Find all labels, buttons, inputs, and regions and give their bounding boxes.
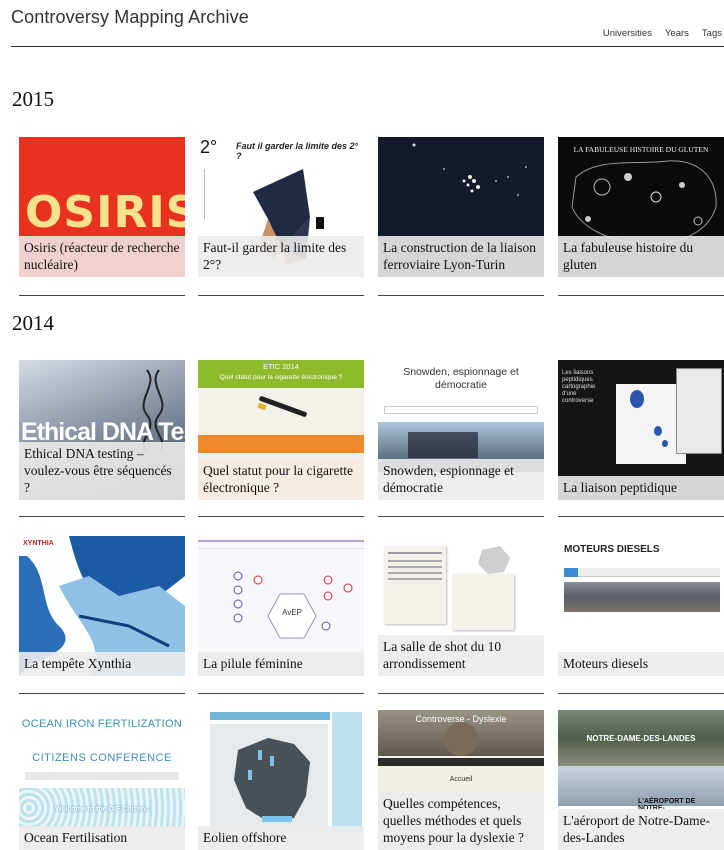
project-card-moteurs-diesels[interactable]: MOTEURS DIESELS Moteurs diesels [558,536,724,676]
project-title: Osiris (réacteur de recherche nucléaire) [19,236,185,277]
project-title: Moteurs diesels [558,652,724,676]
project-title: L'aéroport de Notre-Dame-des-Landes [558,809,724,850]
project-title: Faut-il garder la limite des 2°? [198,236,364,277]
project-title: La construction de la liaison ferroviair… [378,236,544,277]
header-divider [11,46,724,47]
project-card-ocean-fertilisation[interactable]: OCEAN IRON FERTILIZATION CITIZENS CONFER… [19,710,185,850]
project-title: La salle de shot du 10 arrondissement [378,635,544,676]
row-divider [378,295,544,296]
project-card-osiris[interactable]: OSIRIS Osiris (réacteur de recherche nuc… [19,137,185,277]
project-card-notre-dame-des-landes[interactable]: NOTRE-DAME-DES-LANDES L'AÉROPORT DE NOTR… [558,710,724,850]
project-card-snowden[interactable]: Snowden, espionnage et démocratie Snowde… [378,360,544,500]
project-card-limite-2-degres[interactable]: 2° Faut il garder la limite des 2° ? Fau… [198,137,364,277]
year-heading-2015: 2015 [12,87,54,111]
project-title: La liaison peptidique [558,476,724,500]
row-divider [19,516,185,517]
top-nav: Universities Years Tags [590,28,722,39]
row-divider [19,693,185,694]
project-title: Quel statut pour la cigarette électroniq… [198,459,364,500]
project-card-xynthia[interactable]: XYNTHIA La tempête Xynthia [19,536,185,676]
year-heading-2014: 2014 [12,311,54,335]
project-card-cigarette-electronique[interactable]: ETIC 2014 Quel statut pour la cigarette … [198,360,364,500]
project-title: Eolien offshore [198,826,364,850]
project-title: La tempête Xynthia [19,652,185,676]
project-card-salle-de-shot[interactable]: La salle de shot du 10 arrondissement [378,536,544,676]
nav-universities[interactable]: Universities [603,28,652,39]
project-title: Quelles compétences, quelles méthodes et… [378,792,544,850]
project-title: Snowden, espionnage et démocratie [378,459,544,500]
row-divider [378,516,544,517]
project-card-gluten[interactable]: LA FABULEUSE HISTOIRE DU GLUTEN La fabul… [558,137,724,277]
site-title[interactable]: Controversy Mapping Archive [11,7,249,28]
project-card-pilule-feminine[interactable]: AvEP La pilule féminine [198,536,364,676]
project-card-lyon-turin[interactable]: La construction de la liaison ferroviair… [378,137,544,277]
project-title: Ethical DNA testing – voulez-vous être s… [19,442,185,500]
row-divider [198,516,364,517]
project-card-ethical-dna[interactable]: Ethical DNA Testing Ethical DNA testing … [19,360,185,500]
project-card-dyslexie[interactable]: Controverse - Dyslexie Accueil Quelles c… [378,710,544,850]
project-title: La pilule féminine [198,652,364,676]
project-title: Ocean Fertilisation [19,826,185,850]
row-divider [558,516,724,517]
row-divider [558,693,724,694]
project-card-liaison-peptidique[interactable]: Les liaisons peptidiques cartographie d'… [558,360,724,500]
row-divider [19,295,185,296]
row-divider [378,693,544,694]
nav-tags[interactable]: Tags [702,28,722,39]
project-card-eolien-offshore[interactable]: Eolien offshore [198,710,364,850]
site-header: Controversy Mapping Archive Universities… [0,0,724,47]
row-divider [198,693,364,694]
project-title: La fabuleuse histoire du gluten [558,236,724,277]
nav-years[interactable]: Years [665,28,689,39]
row-divider [198,295,364,296]
row-divider [558,295,724,296]
